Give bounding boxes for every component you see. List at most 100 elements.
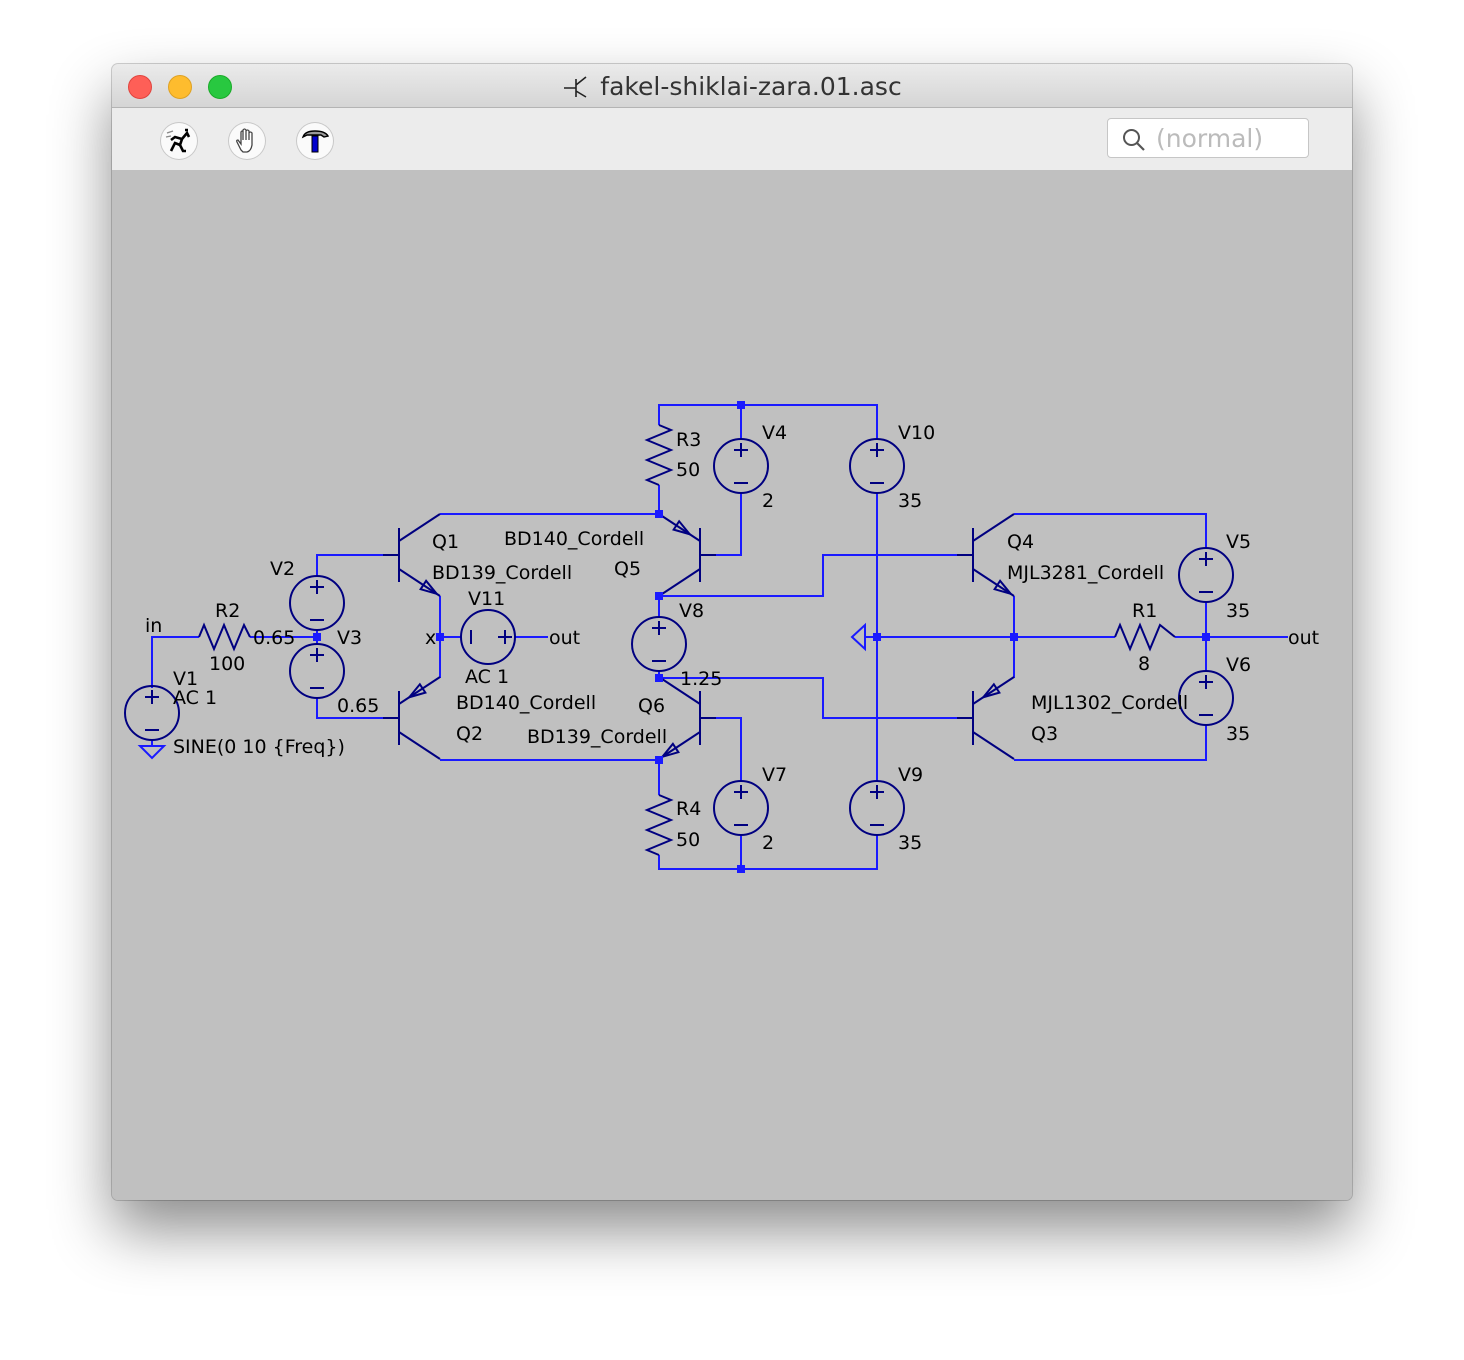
pan-button[interactable] [229,123,265,159]
ground-symbol-out [850,622,866,652]
plus-icon [498,630,512,644]
edit-button[interactable] [297,123,333,159]
voltage-source-v4 [713,438,769,494]
transistor-q5 [658,513,716,597]
v3-ref: V3 [337,627,362,649]
ground-symbol-in [137,745,167,760]
r3-ref: R3 [676,429,701,451]
r4-value: 50 [676,829,700,851]
v10-ref: V10 [898,422,935,444]
transistor-q3 [957,676,1015,760]
labels: in x out out R1 8 R2 100 R3 50 R4 50 V1 … [145,422,1319,854]
top-lead [658,513,701,542]
voltage-source-v3 [289,643,345,699]
junction-dot [737,401,745,409]
net-label-x: x [425,627,436,649]
ltspice-window: fakel-shiklai-zara.01.asc (normal) in x … [112,64,1352,1200]
v1-value: AC 1 [173,687,217,709]
schematic-canvas[interactable]: in x out out R1 8 R2 100 R3 50 R4 50 V1 … [112,170,1352,1200]
r1-value: 8 [1138,653,1150,675]
search-input[interactable] [1156,123,1304,153]
voltage-source-v7 [713,780,769,836]
junction-dot [655,592,663,600]
q5-model: BD140_Cordell [504,528,644,550]
voltage-source-v11 [460,609,516,665]
junction-dot [655,674,663,682]
v4-ref: V4 [762,422,787,444]
voltage-source-v10 [849,438,905,494]
top-lead [398,676,441,705]
voltage-source-v8 [631,616,687,672]
plus-icon [870,785,884,799]
plus-icon [870,443,884,457]
run-icon [165,128,191,153]
voltage-source-v5 [1178,547,1234,603]
junction-dot [1202,633,1210,641]
q6-ref: Q6 [638,695,665,717]
plus-icon [1199,552,1213,566]
hammer-icon [301,130,330,153]
voltage-source-v1 [124,685,180,741]
v9-value: 35 [898,832,922,854]
q6-model: BD139_Cordell [527,726,667,748]
bottom-lead [398,731,441,760]
junction-dot [1010,633,1018,641]
bottom-lead [658,568,701,597]
q4-ref: Q4 [1007,531,1034,553]
v1-value2: SINE(0 10 {Freq}) [173,736,345,758]
search-box[interactable] [1107,118,1309,158]
r3-value: 50 [676,459,700,481]
v11-ref: V11 [468,588,505,610]
transistor-q4 [957,513,1015,597]
voltage-source-v2 [289,575,345,631]
q2-model: BD140_Cordell [456,692,596,714]
net-label-out: out [549,627,580,649]
net-label-out: out [1288,627,1319,649]
r4-ref: R4 [676,798,701,820]
v6-value: 35 [1226,723,1250,745]
junction-dot [737,865,745,873]
search-icon [1123,129,1145,151]
v10-value: 35 [898,490,922,512]
plus-icon [310,580,324,594]
q1-ref: Q1 [432,531,459,553]
q5-ref: Q5 [614,558,641,580]
q1-model: BD139_Cordell [432,562,572,584]
v7-value: 2 [762,832,774,854]
window-title-text: fakel-shiklai-zara.01.asc [600,72,902,101]
v2-ref: V2 [270,558,295,580]
run-button[interactable] [161,123,197,159]
v6-ref: V6 [1226,654,1251,676]
r2-value: 100 [209,653,245,675]
bottom-lead [972,731,1015,760]
v4-value: 2 [762,490,774,512]
junction-dot [313,633,321,641]
v11-value: AC 1 [465,666,509,688]
r1-ref: R1 [1132,600,1157,622]
wires [151,404,1288,870]
schematic[interactable]: in x out out R1 8 R2 100 R3 50 R4 50 V1 … [112,170,1352,1200]
v8-ref: V8 [679,600,704,622]
q4-model: MJL3281_Cordell [1007,562,1164,584]
plus-icon [145,690,159,704]
junction-dot [436,633,444,641]
top-lead [972,676,1015,705]
resistor-r3 [644,424,674,486]
net-label-in: in [145,615,162,637]
v2-value: 0.65 [253,627,295,649]
transistor-q2 [383,676,441,760]
plus-icon [734,443,748,457]
v3-value: 0.65 [337,695,379,717]
resistor-r4 [644,794,674,856]
title-bar: fakel-shiklai-zara.01.asc [112,64,1352,108]
plus-icon [310,648,324,662]
v7-ref: V7 [762,764,787,786]
r2-ref: R2 [215,600,240,622]
plus-icon [652,621,666,635]
junction-dot [655,756,663,764]
hand-pan-icon [236,128,253,153]
v5-ref: V5 [1226,531,1251,553]
junction-dot [873,633,881,641]
junction-dot [655,510,663,518]
voltage-source-v9 [849,780,905,836]
